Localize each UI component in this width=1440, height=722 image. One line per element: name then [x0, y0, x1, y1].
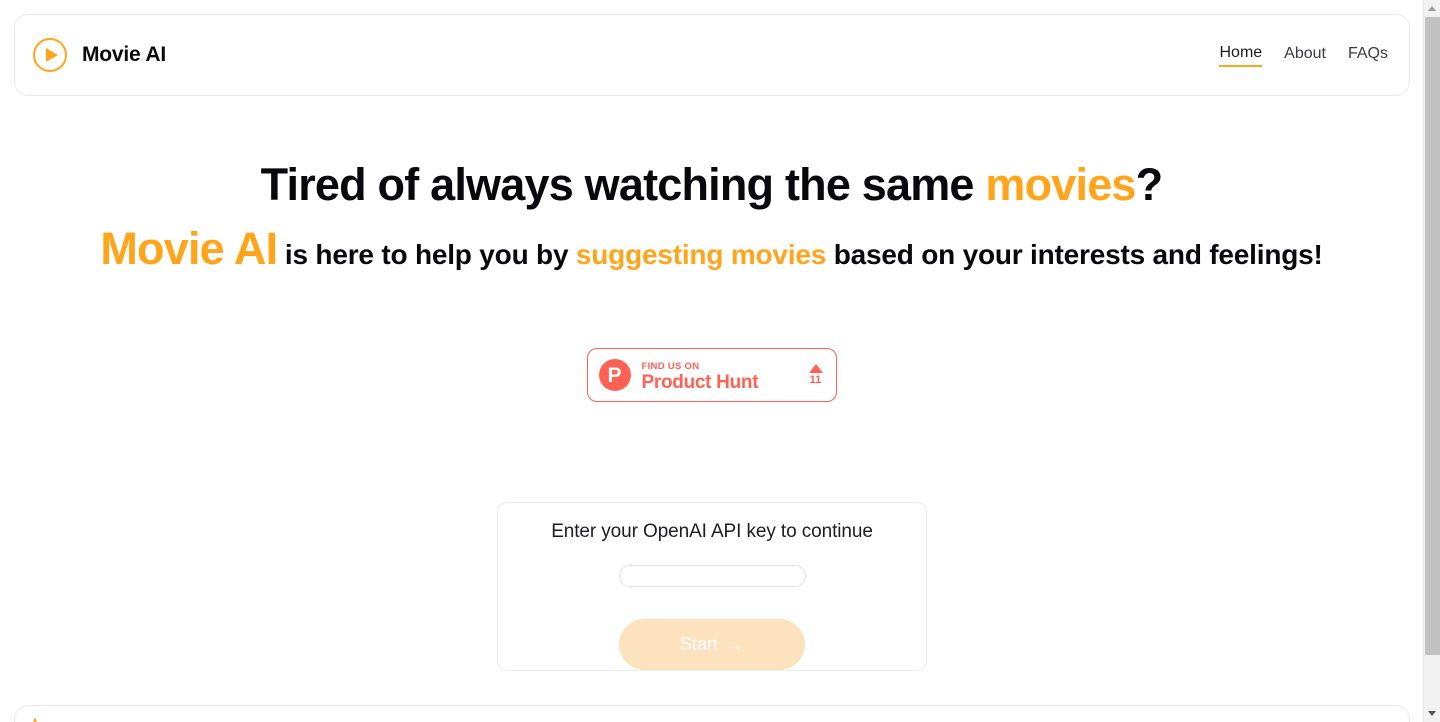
- product-hunt-votes: 11: [808, 364, 823, 386]
- hero-headline-accent: movies: [985, 159, 1136, 210]
- caret-down-icon: [1428, 711, 1436, 716]
- hero-headline-text-1: Tired of always watching the same: [260, 159, 986, 210]
- hero-subheadline: Movie AI is here to help you by suggesti…: [60, 215, 1363, 283]
- product-hunt-vote-count: 11: [809, 374, 822, 386]
- site-header: Movie AI Home About FAQs: [14, 14, 1410, 96]
- hero-brand-accent: Movie AI: [100, 222, 278, 274]
- product-hunt-title: Product Hunt: [641, 372, 759, 394]
- nav-item-about[interactable]: About: [1284, 45, 1326, 66]
- start-button-label: Start: [679, 633, 718, 654]
- product-hunt-badge[interactable]: P FIND US ON Product Hunt 11: [586, 348, 837, 402]
- caret-up-icon: [1428, 6, 1436, 11]
- main-nav: Home About FAQs: [1219, 44, 1388, 67]
- start-button[interactable]: Start →: [619, 618, 805, 670]
- scrollbar-thumb[interactable]: [1425, 17, 1440, 655]
- arrow-right-icon: →: [726, 633, 744, 654]
- hero-sub-text-2: based on your interests and feelings!: [826, 238, 1323, 270]
- browser-viewport: Movie AI Home About FAQs Tired of always…: [0, 0, 1423, 722]
- product-hunt-kicker: FIND US ON: [641, 360, 700, 372]
- play-circle-icon-secondary: [33, 718, 37, 722]
- scrollbar-down-button[interactable]: [1424, 705, 1440, 722]
- brand-name: Movie AI: [82, 43, 166, 66]
- scrollbar-up-button[interactable]: [1424, 0, 1440, 17]
- hero-headline-text-2: ?: [1135, 159, 1163, 210]
- hero-headline: Tired of always watching the same movies…: [60, 158, 1363, 213]
- nav-item-faqs[interactable]: FAQs: [1348, 45, 1388, 66]
- hero-section: Tired of always watching the same movies…: [0, 158, 1423, 282]
- page-root: Movie AI Home About FAQs Tired of always…: [0, 0, 1440, 722]
- api-key-card: Enter your OpenAI API key to continue St…: [497, 502, 927, 671]
- hero-sub-accent: suggesting movies: [575, 238, 827, 270]
- brand-logo[interactable]: Movie AI: [33, 38, 166, 72]
- play-triangle-icon: [46, 48, 58, 62]
- next-section-card: [14, 705, 1410, 722]
- api-key-title: Enter your OpenAI API key to continue: [551, 521, 873, 542]
- vertical-scrollbar[interactable]: [1423, 0, 1440, 722]
- product-hunt-badge-wrap: P FIND US ON Product Hunt 11: [0, 348, 1423, 402]
- nav-item-home[interactable]: Home: [1219, 44, 1263, 67]
- hero-sub-text-1: is here to help you by: [277, 238, 576, 270]
- api-key-input[interactable]: [618, 565, 806, 587]
- caret-up-icon: [808, 364, 823, 373]
- play-circle-icon: [33, 38, 67, 72]
- product-hunt-logo-icon: P: [598, 359, 631, 391]
- product-hunt-text: FIND US ON Product Hunt: [642, 357, 798, 394]
